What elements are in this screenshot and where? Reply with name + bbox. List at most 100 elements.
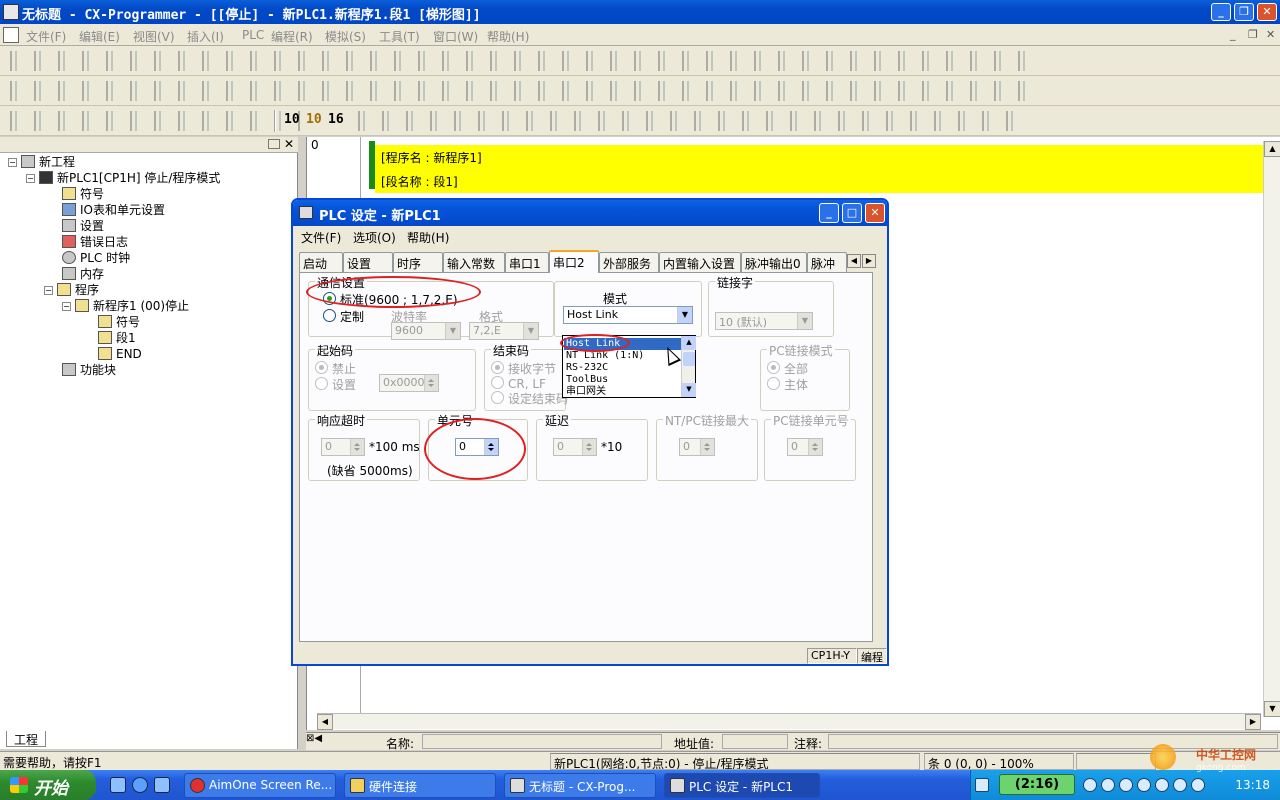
- pc-link-unit-no-field[interactable]: 0: [787, 438, 823, 456]
- end-code-bytes-radio[interactable]: 接收字节: [491, 360, 556, 377]
- tray-misc-icon[interactable]: [1191, 778, 1205, 792]
- toolbar-10-button[interactable]: 10: [284, 112, 300, 127]
- mode-option-toolbus[interactable]: ToolBus: [564, 374, 681, 386]
- pin-icon[interactable]: [268, 139, 280, 149]
- tray-back-icon[interactable]: [1083, 778, 1097, 792]
- minimize-button[interactable]: _: [1211, 3, 1231, 21]
- baud-select[interactable]: 9600 ▼: [391, 322, 461, 340]
- menu-view[interactable]: 视图(V): [133, 28, 175, 45]
- dialog-menu-file[interactable]: 文件(F): [301, 229, 341, 246]
- tab-project[interactable]: 工程: [6, 731, 46, 747]
- menu-tools[interactable]: 工具(T): [379, 28, 420, 45]
- chevron-down-icon[interactable]: ▼: [445, 323, 460, 339]
- tab-settings[interactable]: 设置: [343, 252, 393, 272]
- dialog-menu-help[interactable]: 帮助(H): [407, 229, 449, 246]
- tab-pulse[interactable]: 脉冲: [807, 252, 847, 272]
- tree-scroll-arrows-icon[interactable]: ⊠◀: [306, 733, 334, 749]
- tab-external-service[interactable]: 外部服务: [599, 252, 659, 272]
- response-timeout-field[interactable]: 0: [321, 438, 365, 456]
- chevron-down-icon[interactable]: ▼: [677, 307, 692, 323]
- link-word-select[interactable]: 10 (默认) ▼: [715, 312, 813, 330]
- scroll-thumb[interactable]: [683, 352, 695, 366]
- tree-node-project[interactable]: − 新工程: [8, 154, 75, 170]
- format-select[interactable]: 7,2,E ▼: [469, 322, 539, 340]
- tab-scroll-right-icon[interactable]: ▶: [862, 254, 876, 268]
- start-code-field[interactable]: 0x0000: [379, 374, 439, 392]
- quicklaunch-ie-icon[interactable]: [132, 777, 148, 793]
- spinner-icon[interactable]: [424, 375, 438, 391]
- task-cx-programmer[interactable]: 无标题 - CX-Prog...: [504, 773, 656, 798]
- keyboard-icon[interactable]: [975, 778, 989, 792]
- mdi-restore-icon[interactable]: ❐: [1248, 28, 1258, 41]
- window-titlebar[interactable]: 无标题 - CX-Programmer - [[停止] - 新PLC1.新程序1…: [0, 0, 1280, 24]
- tree-node-error-log[interactable]: 错误日志: [62, 234, 128, 250]
- mdi-minimize-icon[interactable]: _: [1230, 28, 1236, 41]
- scroll-up-icon[interactable]: ▲: [1264, 141, 1280, 157]
- collapse-icon[interactable]: −: [8, 158, 17, 167]
- scroll-down-icon[interactable]: ▼: [1264, 701, 1280, 717]
- tab-startup[interactable]: 启动: [299, 252, 343, 272]
- mode-option-rs232c[interactable]: RS-232C: [564, 362, 681, 374]
- toolbar-icons-row3b[interactable]: [358, 111, 1020, 131]
- pc-link-all-radio[interactable]: 全部: [767, 360, 808, 377]
- menu-file[interactable]: 文件(F): [26, 28, 66, 45]
- scroll-down-icon[interactable]: ▼: [682, 383, 696, 397]
- delay-field[interactable]: 0: [553, 438, 597, 456]
- vertical-scrollbar[interactable]: ▲ ▼: [1263, 141, 1280, 717]
- collapse-icon[interactable]: −: [44, 286, 53, 295]
- tree-node-programs[interactable]: − 程序: [44, 282, 99, 298]
- start-code-disable-radio[interactable]: 禁止: [315, 360, 356, 377]
- toolbar-icons-row1[interactable]: [10, 51, 1040, 71]
- menu-program[interactable]: 编程(R): [271, 28, 313, 45]
- quicklaunch-desktop-icon[interactable]: [110, 777, 126, 793]
- tray-app-icon[interactable]: [1137, 778, 1151, 792]
- dialog-maximize-button[interactable]: □: [842, 203, 862, 223]
- start-code-set-radio[interactable]: 设置: [315, 376, 356, 393]
- task-aimone[interactable]: AimOne Screen Re...: [184, 773, 336, 798]
- menu-edit[interactable]: 编辑(E): [79, 28, 120, 45]
- tab-scroll-left-icon[interactable]: ◀: [847, 254, 861, 268]
- end-code-custom-radio[interactable]: 设定结束码: [491, 390, 568, 407]
- tab-input-constants[interactable]: 输入常数: [443, 252, 505, 272]
- name-field[interactable]: [422, 734, 662, 749]
- tray-security-icon[interactable]: [1155, 778, 1169, 792]
- tree-node-io-table[interactable]: IO表和单元设置: [62, 202, 165, 218]
- tree-node-program1[interactable]: − 新程序1 (00)停止: [62, 298, 189, 314]
- toolbar-icons-row3a[interactable]: [10, 111, 300, 131]
- tray-volume-icon[interactable]: [1119, 778, 1133, 792]
- tab-timing[interactable]: 时序: [393, 252, 443, 272]
- spinner-icon[interactable]: [582, 439, 596, 455]
- tree-node-settings[interactable]: 设置: [62, 218, 104, 234]
- nt-pc-link-max-field[interactable]: 0: [679, 438, 715, 456]
- dialog-titlebar[interactable]: PLC 设定 - 新PLC1 _ □ ✕: [293, 200, 887, 226]
- end-code-crlf-radio[interactable]: CR, LF: [491, 376, 546, 391]
- tray-network-icon[interactable]: [1101, 778, 1115, 792]
- mode-select[interactable]: Host Link ▼: [563, 306, 693, 324]
- rung-header[interactable]: [程序名 : 新程序1] [段名称 : 段1]: [375, 145, 1263, 193]
- tab-builtin-input[interactable]: 内置输入设置: [659, 252, 741, 272]
- tab-serial1[interactable]: 串口1: [505, 252, 549, 272]
- scroll-left-icon[interactable]: ◀: [317, 714, 333, 730]
- horizontal-scrollbar[interactable]: ◀ ▶: [317, 713, 1261, 730]
- start-button[interactable]: 开始: [0, 770, 96, 800]
- chevron-down-icon[interactable]: ▼: [523, 323, 538, 339]
- tab-pulse-output0[interactable]: 脉冲输出0: [741, 252, 807, 272]
- spinner-icon[interactable]: [808, 439, 822, 455]
- task-hardware-connection[interactable]: 硬件连接: [344, 773, 496, 798]
- collapse-icon[interactable]: −: [62, 302, 71, 311]
- custom-radio[interactable]: 定制: [323, 308, 364, 325]
- scroll-right-icon[interactable]: ▶: [1245, 714, 1261, 730]
- restore-button[interactable]: ❐: [1234, 3, 1254, 21]
- tree-node-section1[interactable]: 段1: [98, 330, 136, 346]
- spinner-icon[interactable]: [700, 439, 714, 455]
- task-plc-settings[interactable]: PLC 设定 - 新PLC1: [664, 773, 820, 798]
- dialog-menu-options[interactable]: 选项(O): [353, 229, 396, 246]
- dropdown-scrollbar[interactable]: ▲ ▼: [681, 336, 696, 397]
- dialog-minimize-button[interactable]: _: [819, 203, 839, 223]
- close-button[interactable]: ✕: [1257, 3, 1277, 21]
- quicklaunch-app-icon[interactable]: [154, 777, 170, 793]
- pc-link-master-radio[interactable]: 主体: [767, 376, 808, 393]
- close-icon[interactable]: ✕: [284, 137, 294, 151]
- menu-window[interactable]: 窗口(W): [433, 28, 478, 45]
- tree-node-plc[interactable]: − 新PLC1[CP1H] 停止/程序模式: [26, 170, 220, 186]
